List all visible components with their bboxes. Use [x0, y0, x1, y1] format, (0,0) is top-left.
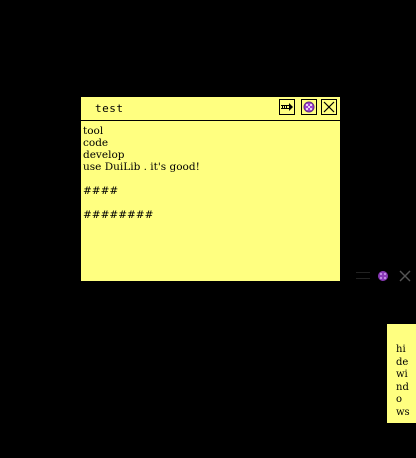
hide-windows-label: hidewindows	[396, 344, 410, 418]
purple-palette-icon	[302, 100, 316, 114]
color-picker-button[interactable]	[301, 99, 317, 115]
note-title: test	[95, 102, 124, 115]
faded-arrow-right-icon	[356, 272, 370, 279]
note-titlebar[interactable]: test	[81, 97, 340, 119]
hidden-note-toolbar	[356, 266, 416, 284]
close-x-icon	[322, 100, 336, 114]
arrow-right-icon	[280, 100, 294, 114]
hide-windows-tab[interactable]: hidewindows	[387, 324, 416, 423]
hide-button[interactable]	[279, 99, 295, 115]
titlebar-divider	[81, 120, 340, 121]
faded-purple-palette-icon[interactable]	[376, 268, 390, 287]
sticky-note-window[interactable]: test tool code develop use DuiLib . it's…	[81, 97, 340, 281]
close-button[interactable]	[321, 99, 337, 115]
note-content-editor[interactable]: tool code develop use DuiLib . it's good…	[83, 125, 335, 275]
faded-close-x-icon[interactable]	[398, 268, 412, 287]
